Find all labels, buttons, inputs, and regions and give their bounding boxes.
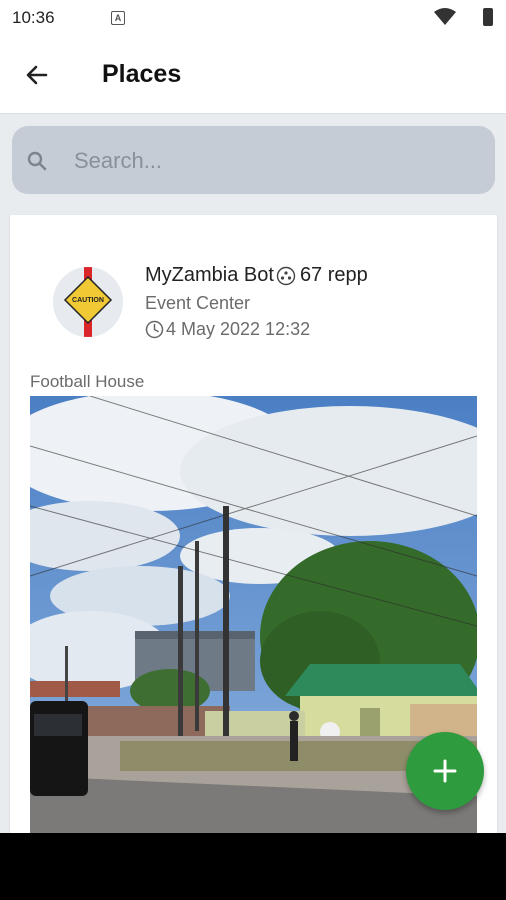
- app-bar: Places: [0, 36, 506, 114]
- avatar[interactable]: CAUTION: [53, 267, 123, 337]
- author-line: MyZambia Bot 67 repp: [145, 264, 368, 287]
- battery-icon: [483, 8, 493, 26]
- status-time: 10:36: [12, 8, 55, 27]
- avatar-image: CAUTION: [53, 267, 123, 337]
- page-title: Places: [102, 60, 182, 88]
- place-name: Football House: [30, 372, 145, 391]
- soccer-ball-icon: [276, 266, 296, 285]
- add-place-button[interactable]: [406, 732, 484, 810]
- author-name[interactable]: MyZambia Bot: [145, 264, 274, 287]
- plus-icon: [433, 759, 457, 783]
- post-date: 4 May 2022 12:32: [166, 319, 311, 339]
- wifi-icon: [434, 8, 456, 25]
- search-icon: [27, 151, 47, 171]
- system-navigation-bar: [0, 833, 506, 900]
- reputation-text: 67 repp: [299, 264, 368, 286]
- search-bar[interactable]: [12, 126, 495, 194]
- post-category: Event Center: [145, 293, 251, 313]
- date-line: 4 May 2022 12:32: [145, 319, 310, 340]
- status-bar: 10:36 A: [0, 0, 506, 36]
- avatar-sign-text: CAUTION: [72, 297, 104, 304]
- a-icon: A: [111, 11, 125, 25]
- clock-icon: [145, 320, 164, 339]
- arrow-left-icon[interactable]: [22, 60, 52, 90]
- search-input[interactable]: [72, 140, 476, 182]
